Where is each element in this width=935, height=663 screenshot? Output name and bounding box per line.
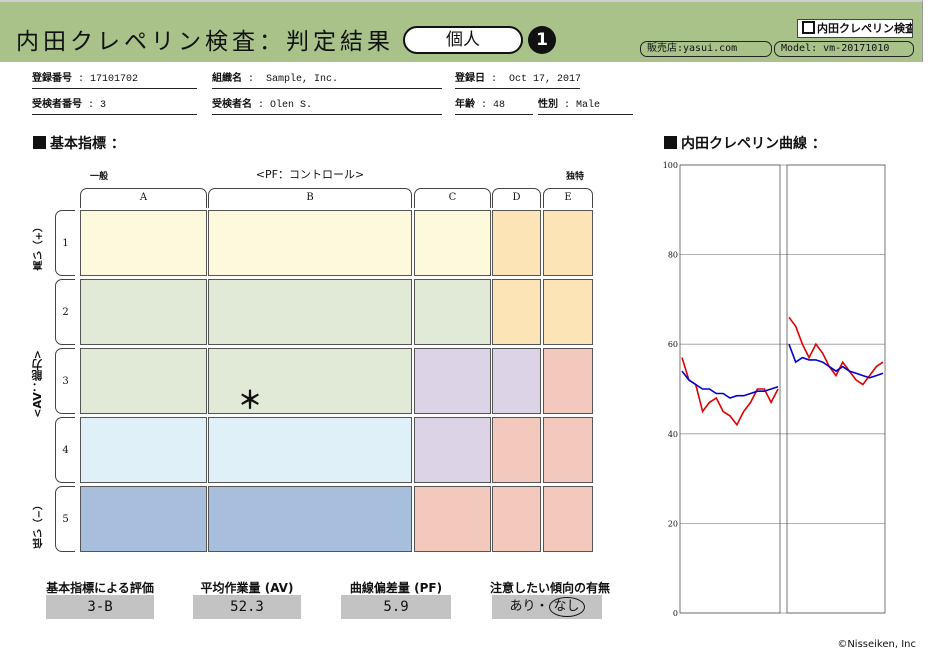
grid-cell-e5 [543, 486, 593, 552]
column-tab-e: E [543, 188, 593, 208]
row-tab-5: 5 [55, 486, 75, 552]
grid-cell-c4 [414, 417, 491, 483]
grid-cell-b4 [208, 417, 412, 483]
page-number-badge: 1 [528, 26, 556, 54]
org-field: 組織名 : Sample, Inc. [212, 72, 442, 89]
grid-cell-a2 [80, 279, 207, 345]
copyright: ©Nisseiken, Inc [837, 639, 916, 650]
square-bullet-icon [664, 136, 677, 149]
grid-cell-e4 [543, 417, 593, 483]
row-tab-2: 2 [55, 279, 75, 345]
y-tick-label-60: 60 [668, 340, 678, 349]
grid-cell-a3 [80, 348, 207, 414]
pf-summary-label: 曲線偏差量 (PF) [349, 581, 443, 595]
brand-logo: 内田クレペリン検査 [797, 19, 913, 38]
column-tab-a: A [80, 188, 207, 208]
grid-cell-b2 [208, 279, 412, 345]
grid-cell-d2 [492, 279, 541, 345]
examinee-no-field: 受検者番号 : 3 [32, 98, 197, 115]
position-marker: ＊ [238, 386, 262, 414]
grid-cell-d5 [492, 486, 541, 552]
av-summary-label: 平均作業量 (AV) [200, 581, 294, 595]
grid-cell-b5 [208, 486, 412, 552]
grid-cell-a5 [80, 486, 207, 552]
grid-cell-e1 [543, 210, 593, 276]
column-tab-d: D [492, 188, 541, 208]
square-bullet-icon [33, 136, 46, 149]
model-box: Model: vm-20171010 [774, 41, 914, 57]
high-label: 高い（+） [34, 222, 45, 271]
curve-line-panel1-series2 [681, 370, 779, 399]
grid-cell-a4 [80, 417, 207, 483]
y-tick-label-80: 80 [668, 251, 678, 260]
row-tab-1: 1 [55, 210, 75, 276]
reg-date-value: Oct 17, 2017 [509, 74, 580, 85]
store-box: 販売店:yasui.com [640, 41, 772, 57]
grid-cell-c1 [414, 210, 491, 276]
examinee-name-value: Olen S. [270, 100, 313, 111]
evaluation-value: 3-B [46, 595, 154, 619]
grid-cell-c5 [414, 486, 491, 552]
av-label: <AV：能力> [31, 350, 44, 418]
grid-cell-e2 [543, 279, 593, 345]
column-tab-b: B [208, 188, 412, 208]
grid-cell-d4 [492, 417, 541, 483]
y-tick-label-20: 20 [668, 519, 678, 528]
column-tab-c: C [414, 188, 491, 208]
org-value: Sample, Inc. [266, 74, 339, 85]
brand-logo-text: 内田クレペリン検査 [817, 22, 913, 35]
row-tab-4: 4 [55, 417, 75, 483]
curve-title: 内田クレペリン曲線 ： [664, 133, 826, 153]
tendency-value: あり・ なし [492, 595, 602, 619]
brand-mark-icon [802, 21, 815, 34]
basic-index-title: 基本指標 ： [33, 133, 125, 153]
y-tick-label-0: 0 [673, 609, 678, 618]
pf-summary-value: 5.9 [341, 595, 451, 619]
y-tick-label-100: 100 [663, 161, 678, 170]
kraepelin-curve-chart: 0 20 40 60 80 100 [663, 161, 886, 618]
av-summary-value: 52.3 [193, 595, 301, 619]
grid-cell-b1 [208, 210, 412, 276]
grid-cell-c2 [414, 279, 491, 345]
row-tab-3: 3 [55, 348, 75, 414]
examinee-name-field: 受検者名 : Olen S. [212, 98, 442, 115]
y-tick-label-40: 40 [668, 430, 678, 439]
tendency-yes: あり [509, 599, 536, 614]
grid-cell-a1 [80, 210, 207, 276]
page-title: 内田クレペリン検査：判定結果 [16, 29, 394, 55]
curve-line-panel2-series2 [788, 343, 884, 379]
gender-field: 性別 : Male [538, 98, 633, 115]
pf-label: <PF：コントロール> [255, 168, 365, 181]
grid-cell-e3 [543, 348, 593, 414]
gender-value: Male [576, 100, 601, 111]
reg-no-value: 17101702 [90, 74, 139, 85]
grid-cell-d3 [492, 348, 541, 414]
tendency-no-circled: なし [548, 597, 585, 617]
examinee-no-value: 3 [100, 100, 107, 111]
general-label: 一般 [90, 172, 109, 182]
tendency-label: 注意したい傾向の有無 [490, 581, 611, 595]
curve-line-panel2-series1 [788, 316, 884, 386]
unique-label: 独特 [566, 172, 585, 182]
reg-no-field: 登録番号 : 17101702 [32, 72, 197, 89]
chart-panel-2 [786, 164, 886, 614]
individual-badge: 個人 [403, 26, 523, 54]
evaluation-label: 基本指標による評価 [46, 581, 154, 595]
reg-date-field: 登録日 : Oct 17, 2017 [455, 72, 580, 89]
age-field: 年齢 : 48 [455, 98, 533, 115]
age-value: 48 [493, 100, 506, 111]
grid-cell-d1 [492, 210, 541, 276]
low-label: 低い（−） [34, 500, 45, 549]
grid-cell-c3 [414, 348, 491, 414]
